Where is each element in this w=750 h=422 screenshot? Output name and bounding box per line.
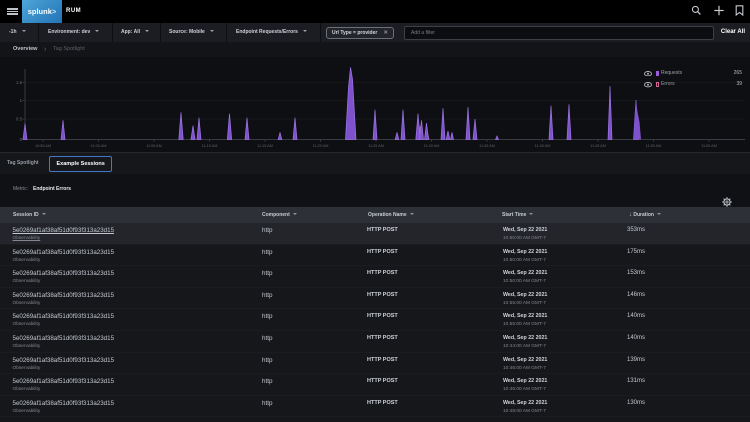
svg-text:11:15 AM: 11:15 AM	[257, 144, 273, 148]
svg-text:11:05 AM: 11:05 AM	[146, 144, 162, 148]
svg-text:10:55 AM: 10:55 AM	[35, 144, 51, 148]
svg-text:11:40 AM: 11:40 AM	[535, 144, 551, 148]
svg-text:11:55 AM: 11:55 AM	[701, 144, 717, 148]
svg-text:11:25 AM: 11:25 AM	[368, 144, 384, 148]
svg-text:0: 0	[20, 137, 23, 142]
svg-text:1.5: 1.5	[16, 80, 23, 85]
svg-text:11:35 AM: 11:35 AM	[479, 144, 495, 148]
svg-text:11:45 AM: 11:45 AM	[590, 144, 606, 148]
svg-text:11:00 AM: 11:00 AM	[91, 144, 107, 148]
svg-text:11:20 AM: 11:20 AM	[313, 144, 329, 148]
svg-text:1: 1	[20, 98, 23, 103]
svg-text:0.5: 0.5	[16, 117, 23, 122]
svg-text:11:50 AM: 11:50 AM	[646, 144, 662, 148]
svg-text:11:10 AM: 11:10 AM	[202, 144, 218, 148]
svg-text:11:30 AM: 11:30 AM	[424, 144, 440, 148]
